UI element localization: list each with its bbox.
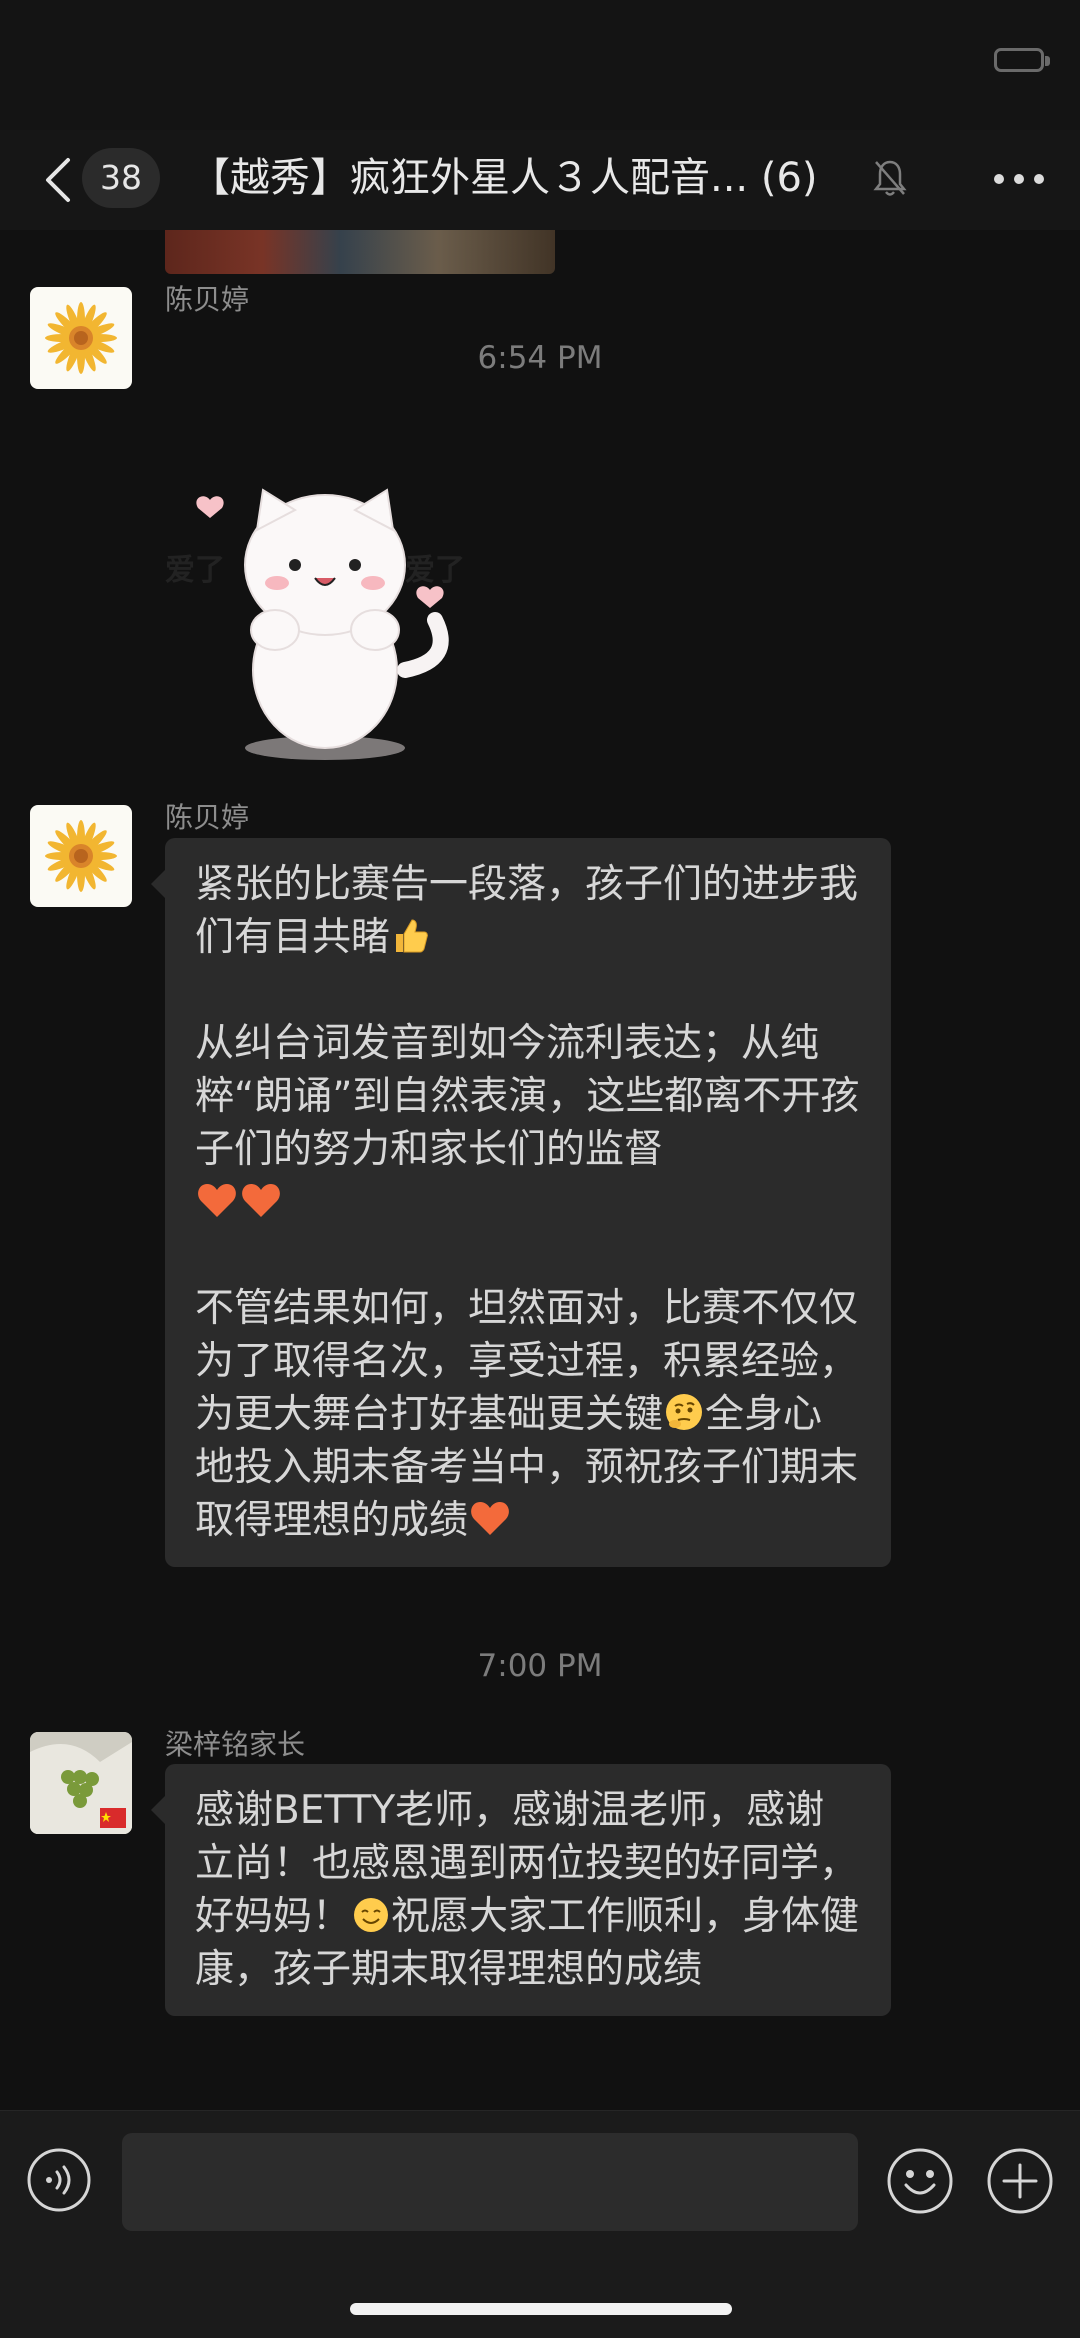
thinking-face-icon xyxy=(666,1394,703,1430)
grapes-photo-avatar-icon xyxy=(30,1732,132,1834)
chat-title[interactable]: 【越秀】疯狂外星人３人配音... (6) xyxy=(190,148,870,208)
home-indicator[interactable] xyxy=(350,2303,732,2315)
bell-muted-icon xyxy=(873,160,907,196)
sunflower-avatar-icon xyxy=(45,820,117,892)
sticker-text-left: 爱了 xyxy=(165,553,225,588)
unread-count-badge[interactable]: 38 xyxy=(82,148,160,208)
more-dots-icon[interactable] xyxy=(994,174,1044,186)
timestamp: 6:54 PM xyxy=(477,340,603,376)
voice-icon[interactable] xyxy=(26,2147,92,2213)
message-bubble[interactable]: 感谢BETTY老师，感谢温老师，感谢立尚！也感恩遇到两位投契的好同学，好妈妈！祝… xyxy=(151,1764,891,2016)
message-paragraph: 紧张的比赛告一段落，孩子们的进步我们有目共睹 xyxy=(195,862,859,960)
sender-name: 梁梓铭家长 xyxy=(165,1728,306,1761)
sunflower-avatar-icon xyxy=(45,302,117,374)
previous-image-message[interactable] xyxy=(165,230,555,274)
smiling-face-icon xyxy=(354,1898,389,1932)
sender-name: 陈贝婷 xyxy=(165,801,250,834)
message-paragraph: 感谢BETTY老师，感谢温老师，感谢立尚！也感恩遇到两位投契的好同学，好妈妈！祝… xyxy=(195,1788,860,1992)
heart-icon xyxy=(471,1502,509,1535)
avatar[interactable] xyxy=(30,1732,132,1834)
message-bubble[interactable]: 紧张的比赛告一段落，孩子们的进步我们有目共睹 从纠台词发音到如今流利表达；从纯粹… xyxy=(151,838,891,1567)
plus-icon[interactable] xyxy=(986,2147,1054,2215)
thumbs-up-icon xyxy=(396,919,428,953)
chat-area[interactable]: 6:54 PM 陈贝婷 爱了 爱了 陈贝婷 紧张的比赛告一段落，孩子们的进步我们… xyxy=(0,230,1080,2110)
message-paragraph: 从纠台词发音到如今流利表达；从纯粹“朗诵”到自然表演，这些都离不开孩子们的努力和… xyxy=(195,1017,861,1229)
battery-icon xyxy=(994,48,1050,72)
sender-name: 陈贝婷 xyxy=(165,283,250,316)
avatar[interactable] xyxy=(30,805,132,907)
timestamp: 7:00 PM xyxy=(477,1648,603,1684)
avatar[interactable] xyxy=(30,287,132,389)
smiley-icon[interactable] xyxy=(886,2147,954,2215)
chevron-left-icon[interactable] xyxy=(38,152,82,208)
message-input[interactable] xyxy=(122,2133,858,2231)
status-bar xyxy=(0,0,1080,130)
cat-sticker[interactable]: 爱了 爱了 xyxy=(165,470,485,770)
input-bar xyxy=(0,2110,1080,2338)
sticker-text-right: 爱了 xyxy=(405,553,465,588)
chat-header: 38 【越秀】疯狂外星人３人配音... (6) xyxy=(0,130,1080,230)
heart-icon xyxy=(242,1184,280,1217)
heart-icon xyxy=(198,1184,236,1217)
message-paragraph: 不管结果如何，坦然面对，比赛不仅仅为了取得名次，享受过程，积累经验，为更大舞台打… xyxy=(195,1286,859,1543)
